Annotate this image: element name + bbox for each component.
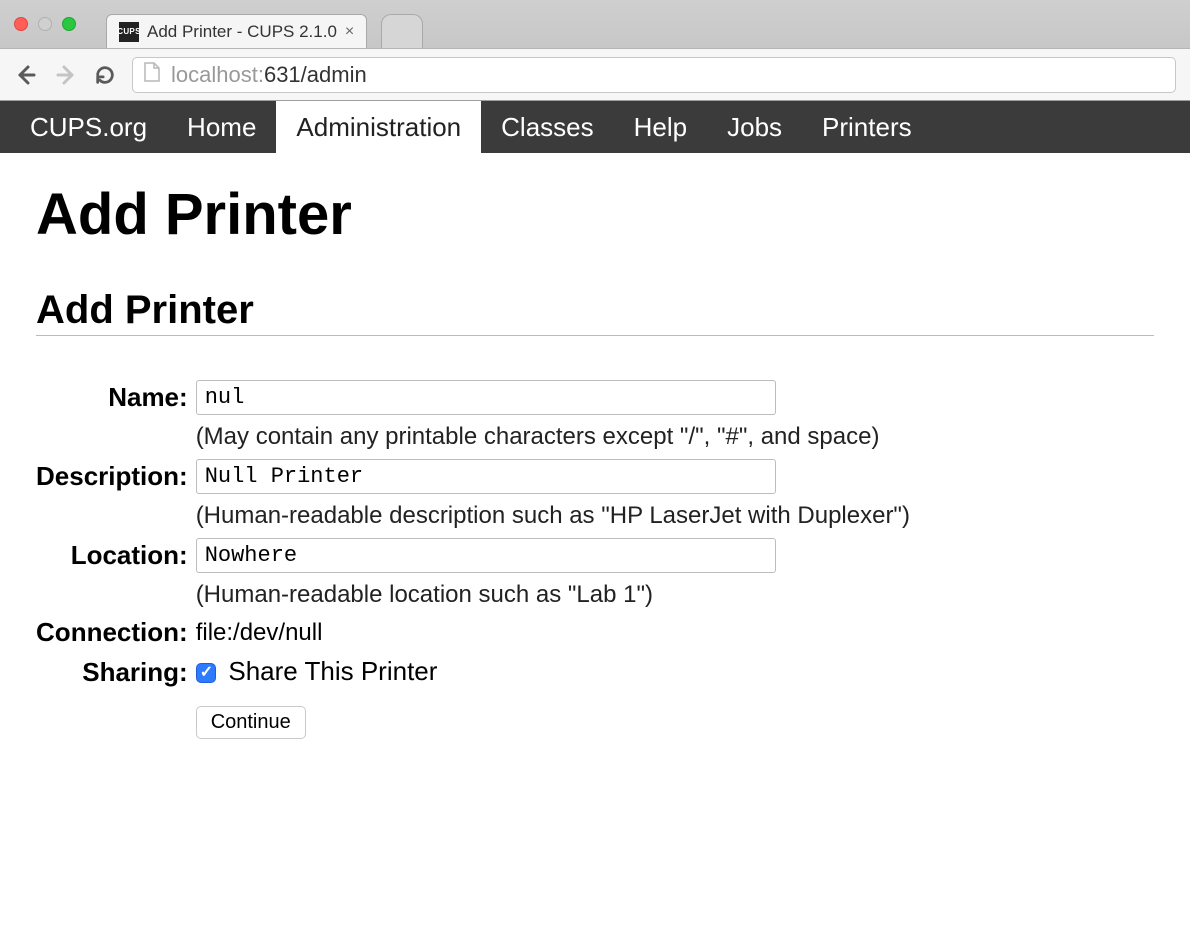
sharing-checkbox-label: Share This Printer [228, 656, 437, 686]
url-path: 631/admin [264, 62, 367, 87]
page-content: Add Printer Add Printer Name: (May conta… [0, 153, 1190, 761]
row-location: Location: [36, 534, 910, 577]
window-titlebar: CUPS Add Printer - CUPS 2.1.0 × [0, 0, 1190, 48]
location-hint: (Human-readable location such as "Lab 1"… [196, 577, 910, 613]
nav-item-printers[interactable]: Printers [802, 101, 932, 153]
browser-toolbar: localhost:631/admin [0, 48, 1190, 100]
nav-item-administration[interactable]: Administration [276, 101, 481, 153]
row-sharing: Sharing: Share This Printer [36, 652, 910, 692]
location-label: Location: [36, 534, 196, 577]
sharing-label: Sharing: [36, 652, 196, 692]
arrow-right-icon [54, 63, 78, 87]
arrow-left-icon [14, 63, 38, 87]
nav-item-help[interactable]: Help [614, 101, 707, 153]
url-text: localhost:631/admin [171, 62, 367, 88]
nav-item-home[interactable]: Home [167, 101, 276, 153]
close-icon[interactable]: × [345, 23, 354, 41]
reload-button[interactable] [94, 64, 116, 86]
browser-tab-active[interactable]: CUPS Add Printer - CUPS 2.1.0 × [106, 14, 367, 48]
row-description: Description: [36, 455, 910, 498]
row-name: Name: [36, 376, 910, 419]
sharing-checkbox[interactable] [196, 663, 216, 683]
description-hint: (Human-readable description such as "HP … [196, 498, 910, 534]
add-printer-form: Name: (May contain any printable charact… [36, 376, 910, 743]
name-input[interactable] [196, 380, 776, 415]
row-connection: Connection: file:/dev/null [36, 613, 910, 652]
reload-icon [94, 64, 116, 86]
page-icon [143, 62, 161, 88]
window-controls [14, 17, 76, 31]
window-minimize-icon[interactable] [38, 17, 52, 31]
section-title: Add Printer [36, 288, 1154, 336]
nav-item-classes[interactable]: Classes [481, 101, 613, 153]
new-tab-button[interactable] [381, 14, 423, 48]
nav-item-cupsorg[interactable]: CUPS.org [10, 101, 167, 153]
window-zoom-icon[interactable] [62, 17, 76, 31]
back-button[interactable] [14, 63, 38, 87]
continue-button[interactable]: Continue [196, 706, 306, 739]
description-label: Description: [36, 455, 196, 498]
location-input[interactable] [196, 538, 776, 573]
name-hint: (May contain any printable characters ex… [196, 419, 910, 455]
name-label: Name: [36, 376, 196, 419]
cups-nav: CUPS.org Home Administration Classes Hel… [0, 101, 1190, 153]
tab-title: Add Printer - CUPS 2.1.0 [147, 22, 337, 42]
nav-item-jobs[interactable]: Jobs [707, 101, 802, 153]
tab-strip: CUPS Add Printer - CUPS 2.1.0 × [100, 0, 423, 48]
favicon-icon: CUPS [119, 22, 139, 42]
url-host: localhost: [171, 62, 264, 87]
connection-label: Connection: [36, 613, 196, 652]
connection-value: file:/dev/null [196, 613, 910, 652]
page-title: Add Printer [36, 181, 1154, 248]
description-input[interactable] [196, 459, 776, 494]
browser-chrome: CUPS Add Printer - CUPS 2.1.0 × localhos… [0, 0, 1190, 101]
address-bar[interactable]: localhost:631/admin [132, 57, 1176, 93]
forward-button[interactable] [54, 63, 78, 87]
window-close-icon[interactable] [14, 17, 28, 31]
